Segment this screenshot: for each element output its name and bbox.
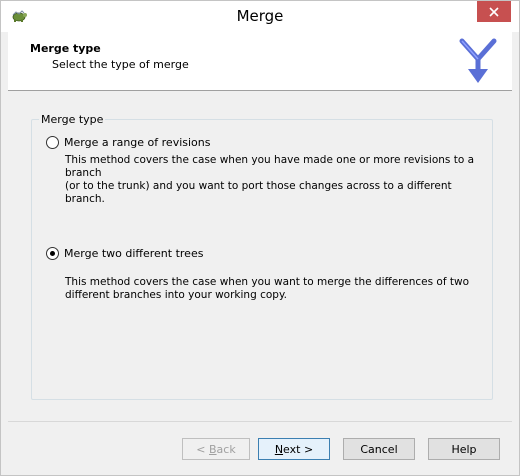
back-button-prefix: <	[196, 442, 209, 456]
radio-merge-two-trees[interactable]: Merge two different trees	[46, 247, 203, 260]
title-bar: Merge	[1, 1, 519, 32]
radio-label[interactable]: Merge a range of revisions	[64, 136, 211, 149]
next-button-rest: ext >	[283, 442, 314, 456]
merge-branches-icon	[458, 37, 498, 85]
description-line: (or to the trunk) and you want to port t…	[65, 180, 452, 205]
merge-type-groupbox: Merge type Merge a range of revisions Th…	[31, 113, 493, 400]
radio-merge-range[interactable]: Merge a range of revisions	[46, 136, 211, 149]
page-subtitle: Select the type of merge	[52, 58, 189, 71]
option-description: This method covers the case when you wan…	[65, 276, 485, 302]
close-icon	[489, 6, 499, 17]
groupbox-legend: Merge type	[39, 113, 106, 126]
radio-label[interactable]: Merge two different trees	[64, 247, 203, 260]
option-description: This method covers the case when you hav…	[65, 154, 485, 206]
next-button-mnemonic: N	[274, 442, 284, 456]
back-button-rest: ack	[216, 442, 236, 456]
back-button-mnemonic: B	[209, 442, 217, 456]
description-line: This method covers the case when you hav…	[65, 154, 475, 179]
close-button[interactable]	[477, 1, 511, 22]
back-button[interactable]: < Back	[182, 438, 250, 460]
cancel-button[interactable]: Cancel	[343, 438, 415, 460]
radio-button[interactable]	[46, 247, 59, 260]
window-title: Merge	[236, 7, 284, 25]
help-button[interactable]: Help	[428, 438, 500, 460]
next-button[interactable]: Next >	[258, 438, 330, 460]
description-line: This method covers the case when you wan…	[65, 276, 470, 288]
radio-button[interactable]	[46, 136, 59, 149]
page-title: Merge type	[30, 42, 101, 55]
wizard-header: Merge type Select the type of merge	[8, 32, 512, 91]
description-line: different branches into your working cop…	[65, 289, 287, 301]
merge-dialog-window: Merge Merge type Select the type of merg…	[0, 0, 520, 476]
wizard-body: Merge type Merge a range of revisions Th…	[8, 92, 512, 422]
